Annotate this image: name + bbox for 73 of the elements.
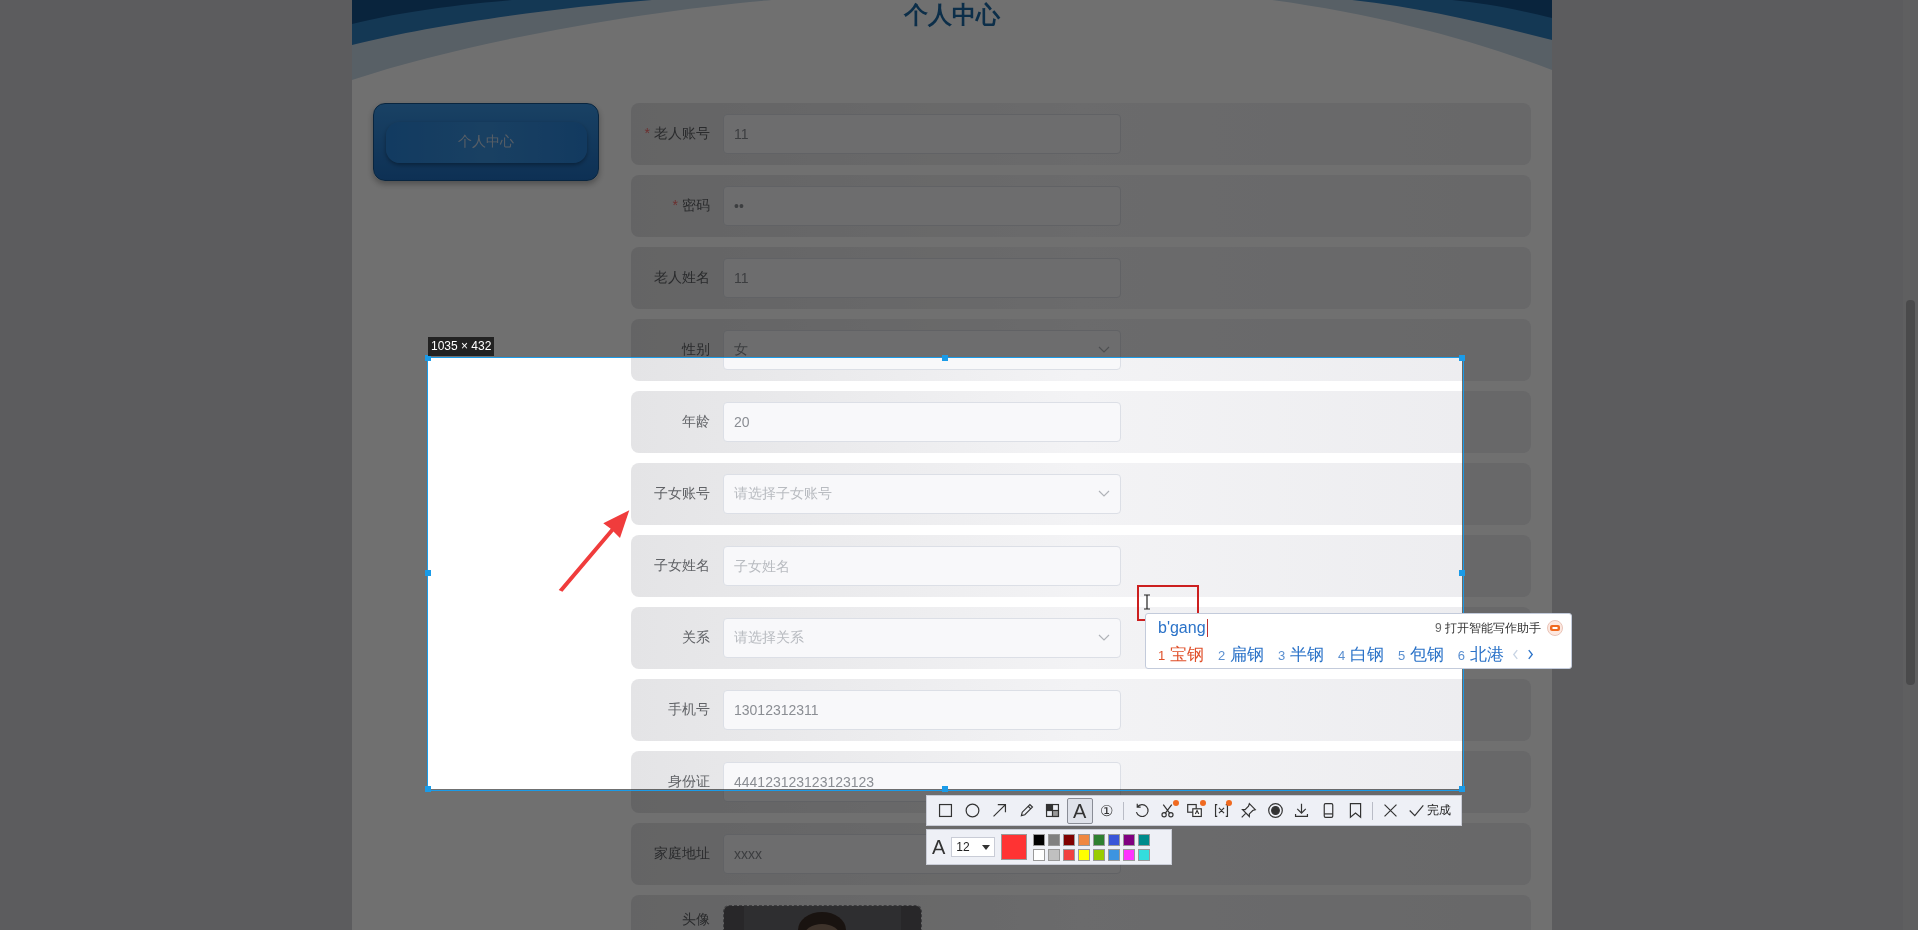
scan-icon xyxy=(1213,802,1230,819)
field-label: 老人姓名 xyxy=(654,269,710,287)
field-label: 关系 xyxy=(682,629,710,647)
resize-handle[interactable] xyxy=(1459,570,1465,576)
field-label: 子女姓名 xyxy=(654,557,710,575)
check-icon xyxy=(1408,802,1425,819)
chevron-icon xyxy=(1098,346,1110,354)
field-label: 年龄 xyxy=(682,413,710,431)
chevron-icon xyxy=(1098,490,1110,498)
assistant-icon[interactable] xyxy=(1547,620,1563,636)
color-swatch[interactable] xyxy=(1033,833,1046,846)
color-swatch[interactable] xyxy=(1063,848,1076,861)
required-mark: * xyxy=(672,197,678,215)
candidate-item[interactable]: 3 半钢 xyxy=(1277,642,1324,666)
writing-assistant-link[interactable]: 9 打开智能写作助手 xyxy=(1434,619,1541,637)
candidate-item[interactable]: 4 白钢 xyxy=(1337,642,1384,666)
done-button[interactable]: 完成 xyxy=(1404,802,1455,819)
mosaic-icon xyxy=(1044,802,1062,819)
field-label: 身份证 xyxy=(668,773,710,791)
resize-handle[interactable] xyxy=(942,355,948,361)
scissors-icon xyxy=(1159,802,1177,819)
text-cursor-icon xyxy=(1143,594,1151,610)
field-label: 家庭地址 xyxy=(654,845,710,863)
color-swatch[interactable] xyxy=(1138,833,1151,846)
candidate-item[interactable]: 2 扁钢 xyxy=(1217,642,1264,666)
color-swatch[interactable] xyxy=(1078,848,1091,861)
text-tool-button[interactable]: A xyxy=(1066,797,1093,824)
candidate-item[interactable]: 6 北港 xyxy=(1457,642,1504,666)
color-swatch[interactable] xyxy=(1093,848,1106,861)
size-label: 1035 × 432 xyxy=(428,337,495,356)
color-swatch[interactable] xyxy=(1078,833,1091,846)
text-field[interactable]: •• xyxy=(723,186,1121,226)
field-label: 头像 xyxy=(682,911,710,929)
color-swatch[interactable] xyxy=(1108,833,1121,846)
resize-handle[interactable] xyxy=(425,786,431,792)
field-label: 密码 xyxy=(682,197,710,215)
color-swatch[interactable] xyxy=(1138,848,1151,861)
color-swatch[interactable] xyxy=(1048,848,1061,861)
translate-icon xyxy=(1186,802,1204,819)
color-swatch[interactable] xyxy=(1123,833,1136,846)
resize-handle[interactable] xyxy=(425,355,431,361)
field-label: 老人账号 xyxy=(654,125,710,143)
circle-icon xyxy=(964,802,982,819)
page-title: 个人中心 xyxy=(904,2,1000,28)
record-icon xyxy=(1266,802,1284,819)
resize-handle[interactable] xyxy=(1459,355,1465,361)
color-swatch[interactable] xyxy=(1093,833,1106,846)
field-label: 子女账号 xyxy=(654,485,710,503)
resize-handle[interactable] xyxy=(1459,786,1465,792)
candidate-item[interactable]: 1 宝钢 xyxy=(1158,642,1204,666)
download-icon xyxy=(1293,802,1311,819)
ime-input-text: b'gang xyxy=(1158,619,1208,637)
font-size-select[interactable]: 12 xyxy=(951,837,996,857)
text-field[interactable]: 子女姓名 xyxy=(723,546,1121,586)
chevron-icon xyxy=(1098,634,1110,642)
color-swatch[interactable] xyxy=(1108,848,1121,861)
color-swatch[interactable] xyxy=(1033,848,1046,861)
candidate-item[interactable]: 5 包钢 xyxy=(1397,642,1444,666)
color-swatch[interactable] xyxy=(1123,848,1136,861)
current-color-swatch[interactable] xyxy=(1001,834,1028,860)
resize-handle[interactable] xyxy=(942,786,948,792)
font-size-glyph: A xyxy=(932,837,946,857)
dropdown-icon xyxy=(982,844,991,850)
next-page-icon[interactable] xyxy=(1526,648,1534,660)
text-field[interactable]: 13012312311 xyxy=(723,690,1121,730)
field-label: 手机号 xyxy=(668,701,710,719)
color-swatch[interactable] xyxy=(1063,833,1076,846)
text-field[interactable]: 20 xyxy=(723,402,1121,442)
color-swatch[interactable] xyxy=(1048,833,1061,846)
pin-icon xyxy=(1239,802,1257,819)
resize-handle[interactable] xyxy=(425,570,431,576)
required-mark: * xyxy=(644,125,650,143)
square-icon xyxy=(937,802,955,819)
